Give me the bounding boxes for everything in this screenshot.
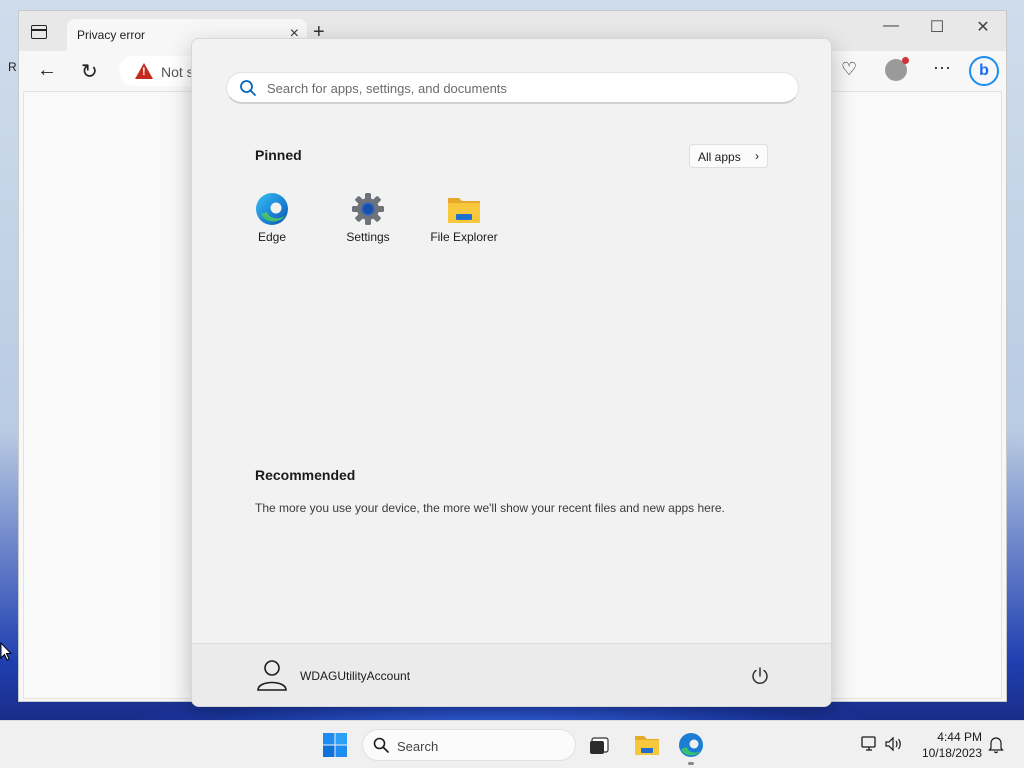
back-icon[interactable]: ← <box>37 59 57 82</box>
taskbar-search-label: Search <box>397 739 439 754</box>
pinned-app-label: File Explorer <box>430 230 498 244</box>
profile-avatar <box>885 57 909 81</box>
profile-icon[interactable] <box>885 57 909 81</box>
start-menu: Pinned All apps › Edge <box>191 38 832 707</box>
bing-copilot-icon[interactable]: b <box>969 56 999 86</box>
edge-running-indicator <box>688 762 694 765</box>
search-icon <box>373 737 389 753</box>
clock-date: 10/18/2023 <box>921 746 982 760</box>
tab-title: Privacy error <box>77 28 146 42</box>
search-input[interactable] <box>267 78 787 98</box>
power-icon[interactable] <box>750 666 770 686</box>
edge-icon[interactable] <box>677 731 705 759</box>
search-icon <box>240 80 256 96</box>
chevron-right-icon: › <box>755 149 759 163</box>
maximize-icon[interactable]: ☐ <box>923 17 951 37</box>
edge-icon <box>256 193 288 225</box>
close-window-icon[interactable]: ✕ <box>969 17 997 37</box>
pinned-app-settings[interactable]: Settings <box>320 184 416 254</box>
start-footer: WDAGUtilityAccount <box>192 643 831 706</box>
mouse-cursor-icon <box>0 642 12 661</box>
address-text: Not s <box>161 64 194 80</box>
task-view-icon[interactable] <box>586 731 614 759</box>
taskbar: Search 4:44 PM 10/18/2023 <box>0 720 1024 768</box>
notification-bell-icon[interactable] <box>988 736 1004 754</box>
more-options-icon[interactable]: ··· <box>933 57 951 78</box>
volume-icon[interactable] <box>885 736 903 752</box>
browser-essentials-icon[interactable]: ♡ <box>841 59 857 80</box>
start-search-box[interactable] <box>226 72 799 104</box>
user-account-button[interactable]: WDAGUtilityAccount <box>252 652 422 698</box>
pinned-app-edge[interactable]: Edge <box>224 184 320 254</box>
file-explorer-icon[interactable] <box>633 731 661 759</box>
all-apps-label: All apps <box>698 150 741 164</box>
pinned-app-label: Settings <box>346 230 390 244</box>
pinned-app-file-explorer[interactable]: File Explorer <box>416 184 512 254</box>
pinned-app-label: Edge <box>257 230 287 244</box>
file-explorer-icon <box>448 198 480 223</box>
taskbar-search[interactable]: Search <box>362 729 576 761</box>
warning-icon: ! <box>135 63 153 79</box>
recommended-text: The more you use your device, the more w… <box>255 501 725 515</box>
taskbar-clock[interactable]: 4:44 PM 10/18/2023 <box>916 729 982 761</box>
user-icon <box>257 660 287 691</box>
pinned-title: Pinned <box>255 147 302 163</box>
refresh-icon[interactable]: ↻ <box>81 59 98 84</box>
desktop-letter: R <box>8 60 17 74</box>
all-apps-button[interactable]: All apps › <box>689 144 768 168</box>
windows-start-icon[interactable] <box>321 731 349 759</box>
settings-icon <box>352 193 384 225</box>
minimize-icon[interactable]: — <box>877 17 905 35</box>
recommended-title: Recommended <box>255 467 356 483</box>
network-icon[interactable] <box>861 736 879 752</box>
clock-time: 4:44 PM <box>937 730 982 744</box>
tab-actions-icon[interactable] <box>31 25 47 39</box>
user-name: WDAGUtilityAccount <box>300 669 411 683</box>
